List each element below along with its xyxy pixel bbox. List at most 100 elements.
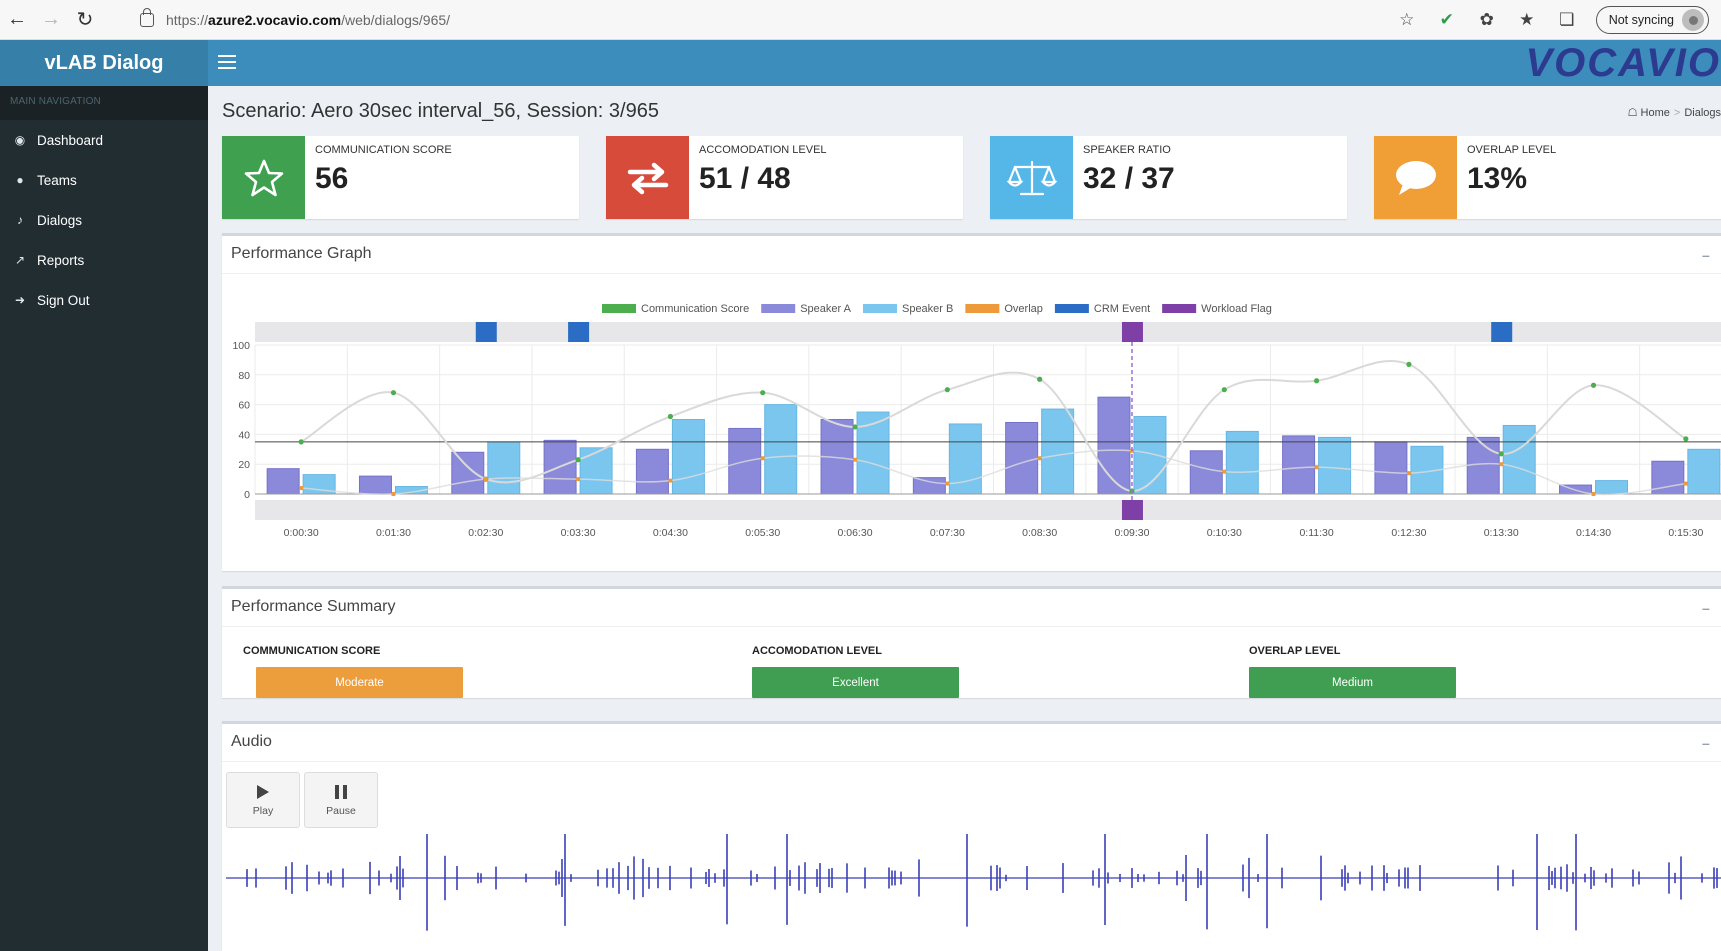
extensions-icon[interactable]: ✿ bbox=[1476, 9, 1498, 31]
y-tick-label: 80 bbox=[238, 370, 250, 382]
point-communication-score bbox=[298, 439, 304, 445]
x-tick-label: 0:15:30 bbox=[1668, 527, 1703, 539]
pause-label: Pause bbox=[326, 804, 356, 817]
point-overlap bbox=[1406, 471, 1411, 476]
point-overlap bbox=[945, 481, 950, 486]
legend-swatch bbox=[1162, 304, 1197, 313]
marker-crm-event bbox=[475, 322, 497, 342]
sidebar-item-dialogs[interactable]: ♪ Dialogs bbox=[0, 200, 208, 240]
y-tick-label: 20 bbox=[238, 459, 250, 471]
point-overlap bbox=[760, 456, 765, 461]
sidebar-item-reports[interactable]: ↗ Reports bbox=[0, 240, 208, 280]
nav-header: MAIN NAVIGATION bbox=[0, 86, 208, 120]
user-icon: ● bbox=[16, 173, 24, 187]
y-tick-label: 40 bbox=[238, 429, 250, 441]
y-tick-label: 0 bbox=[244, 489, 250, 501]
audio-waveform[interactable] bbox=[226, 834, 1721, 951]
legend-label: Workload Flag bbox=[1201, 303, 1272, 315]
exchange-icon bbox=[627, 162, 668, 194]
x-tick-label: 0:12:30 bbox=[1391, 527, 1426, 539]
point-communication-score bbox=[1590, 382, 1597, 388]
info-value: 32 / 37 bbox=[1083, 162, 1175, 195]
legend-swatch bbox=[602, 304, 636, 313]
x-tick-label: 0:10:30 bbox=[1207, 527, 1242, 539]
point-overlap bbox=[1222, 469, 1227, 474]
point-communication-score bbox=[1683, 436, 1689, 442]
point-communication-score bbox=[760, 390, 766, 396]
point-overlap bbox=[1591, 492, 1596, 496]
brand-title[interactable]: vLAB Dialog bbox=[0, 40, 208, 86]
x-tick-label: 0:09:30 bbox=[1114, 527, 1149, 539]
minimize-icon[interactable]: – bbox=[1702, 735, 1710, 751]
favorites-list-icon[interactable]: ★ bbox=[1516, 9, 1538, 31]
menu-toggle-icon[interactable] bbox=[218, 53, 236, 71]
bar-speaker-b bbox=[1502, 424, 1536, 495]
bar-speaker-b bbox=[671, 419, 705, 495]
minimize-icon[interactable]: – bbox=[1702, 247, 1710, 263]
info-box-speaker-ratio: SPEAKER RATIO 32 / 37 bbox=[990, 136, 1347, 219]
minimize-icon[interactable]: – bbox=[1702, 600, 1710, 616]
point-communication-score bbox=[1313, 378, 1320, 384]
summary-communication-score: COMMUNICATION SCORE Moderate bbox=[243, 645, 463, 698]
point-overlap bbox=[1499, 462, 1504, 467]
marker-crm-event bbox=[1491, 322, 1513, 342]
marker-crm-event bbox=[568, 322, 590, 342]
point-communication-score bbox=[1498, 451, 1504, 457]
star-icon bbox=[244, 159, 283, 196]
play-button[interactable]: Play bbox=[226, 772, 300, 828]
breadcrumb-dialogs[interactable]: Dialogs bbox=[1684, 107, 1721, 119]
url-text[interactable]: https://azure2.vocavio.com/web/dialogs/9… bbox=[166, 12, 450, 28]
profile-sync-button[interactable]: Not syncing bbox=[1595, 6, 1709, 34]
performance-graph-panel: Performance Graph – × Communication Scor… bbox=[222, 233, 1721, 571]
x-tick-label: 0:11:30 bbox=[1299, 527, 1333, 539]
sidebar-item-sign-out[interactable]: ➜ Sign Out bbox=[0, 280, 208, 320]
performance-summary-panel: Performance Summary – × COMMUNICATION SC… bbox=[222, 586, 1721, 698]
forward-icon[interactable]: → bbox=[34, 0, 68, 40]
panel-title: Performance Summary bbox=[231, 598, 396, 615]
summary-label: ACCOMODATION LEVEL bbox=[752, 645, 882, 657]
point-overlap bbox=[668, 478, 673, 483]
bar-speaker-a bbox=[1005, 421, 1039, 495]
x-tick-label: 0:07:30 bbox=[930, 527, 965, 539]
vocavio-logo: VOCAVIO bbox=[1525, 41, 1721, 85]
point-overlap bbox=[483, 477, 488, 482]
pause-button[interactable]: Pause bbox=[304, 772, 378, 828]
bar-speaker-a bbox=[451, 451, 485, 495]
collections-icon[interactable]: ❏ bbox=[1556, 9, 1578, 31]
line-chart-icon: ↗ bbox=[14, 253, 26, 267]
audio-panel: Audio – × Play Pause bbox=[222, 721, 1721, 951]
point-communication-score bbox=[944, 387, 950, 393]
sync-label: Not syncing bbox=[1608, 13, 1674, 27]
info-value: 56 bbox=[315, 162, 349, 195]
favorite-star-icon[interactable]: ☆ bbox=[1396, 9, 1418, 31]
sidebar-item-dashboard[interactable]: ◉ Dashboard bbox=[0, 120, 208, 160]
marker-workload-flag bbox=[1121, 322, 1143, 342]
status-badge: Excellent bbox=[752, 667, 959, 698]
info-icon-area bbox=[222, 136, 305, 219]
point-overlap bbox=[1314, 465, 1319, 470]
reload-icon[interactable]: ↻ bbox=[68, 0, 102, 40]
point-overlap bbox=[1037, 456, 1042, 461]
breadcrumb-home[interactable]: Home bbox=[1641, 107, 1670, 119]
point-overlap bbox=[1683, 481, 1688, 486]
bar-speaker-a bbox=[358, 475, 392, 495]
bar-speaker-b bbox=[1687, 448, 1721, 495]
bar-speaker-a bbox=[912, 477, 946, 495]
panel-title: Audio bbox=[231, 733, 272, 750]
bar-speaker-b bbox=[1318, 436, 1352, 495]
legend-swatch bbox=[1054, 304, 1089, 313]
sidebar-item-teams[interactable]: ● Teams bbox=[0, 160, 208, 200]
info-icon-area bbox=[990, 136, 1073, 219]
sidebar-item-label: Dashboard bbox=[37, 132, 104, 148]
bar-speaker-b bbox=[487, 441, 521, 495]
browser-toolbar: ← → ↻ https://azure2.vocavio.com/web/dia… bbox=[0, 0, 1721, 40]
legend-label: Speaker B bbox=[902, 303, 953, 315]
back-icon[interactable]: ← bbox=[0, 0, 34, 40]
shield-check-icon[interactable]: ✔ bbox=[1436, 9, 1458, 31]
bar-speaker-a bbox=[635, 448, 669, 495]
bar-speaker-b bbox=[579, 447, 613, 495]
status-badge: Moderate bbox=[256, 667, 463, 698]
pause-icon bbox=[335, 784, 347, 799]
address-bar[interactable]: https://azure2.vocavio.com/web/dialogs/9… bbox=[140, 8, 450, 32]
point-communication-score bbox=[667, 413, 674, 420]
